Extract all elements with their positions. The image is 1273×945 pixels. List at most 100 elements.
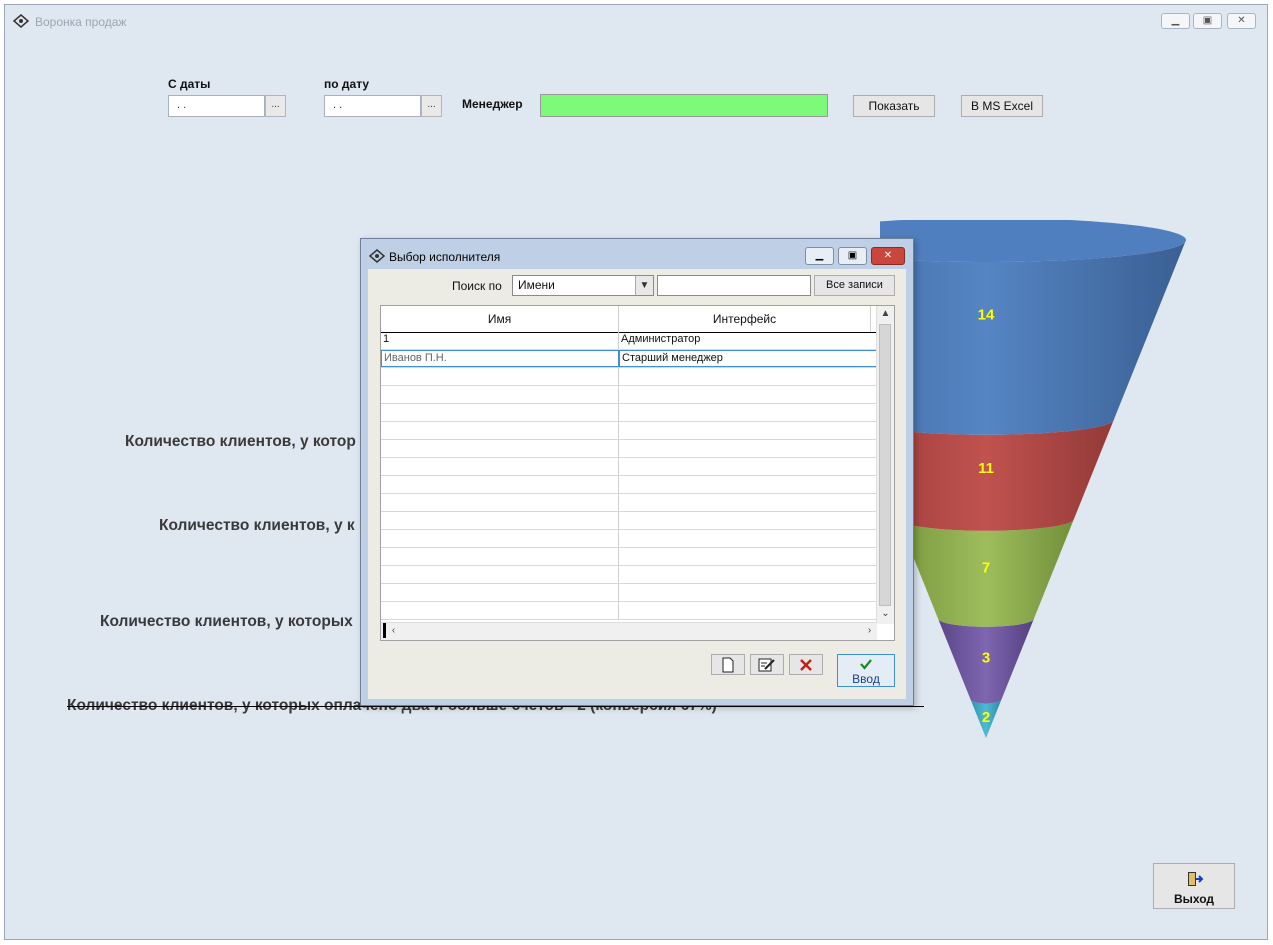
cell-name[interactable] (381, 440, 619, 457)
delete-record-button[interactable] (789, 654, 823, 675)
table-row[interactable] (381, 548, 877, 566)
cell-name[interactable]: Иванов П.Н. (381, 350, 619, 367)
show-button[interactable]: Показать (853, 95, 935, 117)
cell-interface[interactable]: Старший менеджер (619, 350, 877, 367)
stat-line-2: Количество клиентов, у к (159, 517, 355, 534)
cell-name[interactable] (381, 566, 619, 583)
table-row[interactable] (381, 476, 877, 494)
cell-interface[interactable] (619, 368, 877, 385)
edit-record-button[interactable] (750, 654, 784, 675)
manager-label: Менеджер (462, 97, 523, 111)
to-date-field[interactable]: . . (324, 95, 421, 117)
cell-name[interactable] (381, 404, 619, 421)
table-row[interactable] (381, 404, 877, 422)
funnel-segment (880, 419, 1114, 531)
divider-line (67, 706, 924, 707)
cell-interface[interactable] (619, 422, 877, 439)
cell-interface[interactable] (619, 458, 877, 475)
cell-interface[interactable] (619, 512, 877, 529)
chevron-down-icon[interactable]: ▼ (635, 276, 653, 295)
cell-interface[interactable] (619, 494, 877, 511)
cell-interface[interactable]: Администратор (619, 332, 877, 349)
cell-interface[interactable] (619, 476, 877, 493)
search-by-label: Поиск по (452, 279, 502, 293)
horizontal-scrollbar[interactable]: ‹ › (381, 622, 877, 640)
cell-interface[interactable] (619, 386, 877, 403)
close-button[interactable]: ✕ (1227, 13, 1256, 29)
from-date-picker-button[interactable]: ... (265, 95, 286, 117)
table-row[interactable] (381, 602, 877, 620)
manager-field[interactable] (540, 94, 828, 117)
table-row[interactable] (381, 530, 877, 548)
cell-interface[interactable] (619, 584, 877, 601)
stat-line-3: Количество клиентов, у которых (100, 613, 353, 630)
dialog-maximize-button[interactable]: ▣ (838, 247, 867, 265)
table-row[interactable] (381, 368, 877, 386)
exit-door-icon (1188, 872, 1204, 886)
table-row[interactable] (381, 494, 877, 512)
cell-name[interactable] (381, 368, 619, 385)
table-row[interactable]: Иванов П.Н. Старший менеджер (381, 350, 877, 368)
table-row[interactable]: 1 Администратор (381, 332, 877, 350)
table-row[interactable] (381, 566, 877, 584)
table-row[interactable] (381, 422, 877, 440)
funnel-value-label: 2 (982, 709, 990, 726)
edit-record-icon (758, 658, 775, 672)
cell-name[interactable] (381, 530, 619, 547)
minimize-button[interactable]: ▁ (1161, 13, 1190, 29)
cell-interface[interactable] (619, 548, 877, 565)
cell-interface[interactable] (619, 440, 877, 457)
funnel-segment (880, 240, 1186, 435)
exit-button[interactable]: Выход (1153, 863, 1235, 909)
delete-record-icon (800, 659, 812, 671)
from-date-field[interactable]: . . (168, 95, 265, 117)
cell-name[interactable] (381, 512, 619, 529)
ok-button[interactable]: Ввод (837, 654, 895, 687)
cell-name[interactable] (381, 584, 619, 601)
cell-name[interactable] (381, 386, 619, 403)
table-row[interactable] (381, 584, 877, 602)
cell-name[interactable] (381, 422, 619, 439)
dialog-minimize-button[interactable]: ▁ (805, 247, 834, 265)
dialog-title: Выбор исполнителя (389, 250, 501, 264)
excel-export-button[interactable]: В MS Excel (961, 95, 1043, 117)
maximize-button[interactable]: ▣ (1193, 13, 1222, 29)
cell-name[interactable]: 1 (381, 332, 619, 349)
cell-interface[interactable] (619, 566, 877, 583)
executor-dialog: Выбор исполнителя ▁ ▣ ✕ Поиск по Имени ▼… (360, 238, 914, 706)
column-header-name[interactable]: Имя (381, 306, 619, 332)
cell-interface[interactable] (619, 404, 877, 421)
table-row[interactable] (381, 512, 877, 530)
executors-table: Имя Интерфейс 1 Администратор Иванов П.Н. С… (380, 305, 895, 641)
table-row[interactable] (381, 458, 877, 476)
ok-label: Ввод (852, 672, 880, 686)
dialog-close-button[interactable]: ✕ (871, 247, 905, 265)
cell-name[interactable] (381, 458, 619, 475)
scroll-right-icon[interactable]: › (861, 625, 878, 636)
cell-name[interactable] (381, 494, 619, 511)
from-date-label: С даты (168, 77, 211, 91)
scroll-thumb[interactable] (879, 324, 891, 606)
cell-interface[interactable] (619, 602, 877, 619)
to-date-label: по дату (324, 77, 370, 91)
funnel-chart: 14 11 7 3 2 (880, 220, 1186, 738)
cell-name[interactable] (381, 476, 619, 493)
table-row[interactable] (381, 440, 877, 458)
scroll-down-icon[interactable]: ⌄ (877, 608, 894, 619)
vertical-scrollbar[interactable]: ▲ ⌄ (876, 306, 894, 624)
scroll-up-icon[interactable]: ▲ (877, 308, 894, 319)
cell-name[interactable] (381, 548, 619, 565)
funnel-value-label: 3 (982, 649, 990, 666)
search-field-select[interactable]: Имени ▼ (512, 275, 654, 296)
column-header-interface[interactable]: Интерфейс (619, 306, 871, 332)
new-record-button[interactable] (711, 654, 745, 675)
exit-label: Выход (1173, 892, 1215, 906)
table-row[interactable] (381, 386, 877, 404)
scroll-left-icon[interactable]: ‹ (385, 625, 402, 636)
cell-interface[interactable] (619, 530, 877, 547)
to-date-picker-button[interactable]: ... (421, 95, 442, 117)
search-input[interactable] (657, 275, 811, 296)
funnel-value-label: 11 (978, 460, 994, 477)
all-records-button[interactable]: Все записи (814, 275, 895, 296)
cell-name[interactable] (381, 602, 619, 619)
